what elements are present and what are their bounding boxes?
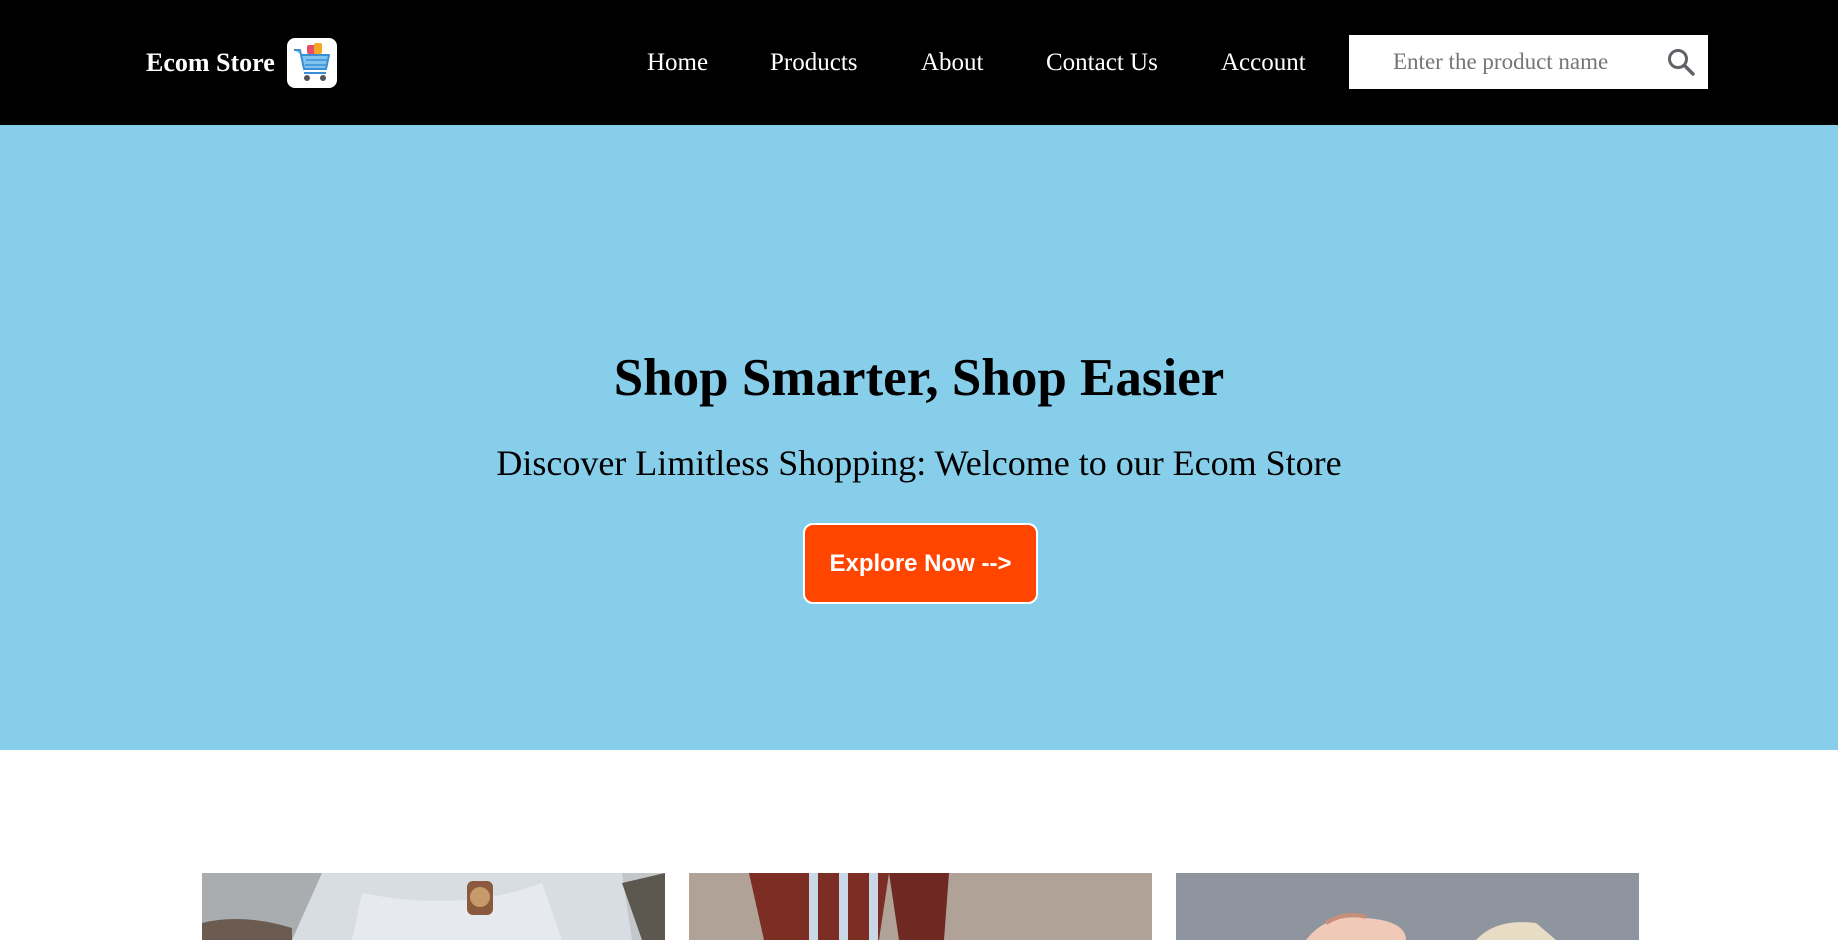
nav-products[interactable]: Products bbox=[770, 44, 858, 82]
nav-about[interactable]: About bbox=[921, 44, 984, 82]
hero-banner: Shop Smarter, Shop Easier Discover Limit… bbox=[0, 125, 1838, 750]
product-card-image[interactable] bbox=[689, 873, 1152, 940]
search-icon[interactable] bbox=[1664, 45, 1698, 79]
top-navigation-bar: Ecom Store Home Products About Contact U… bbox=[0, 0, 1838, 125]
nav-account[interactable]: Account bbox=[1221, 44, 1306, 82]
product-card-image[interactable] bbox=[1176, 873, 1639, 940]
nav-contact-us[interactable]: Contact Us bbox=[1046, 44, 1158, 82]
search-bar bbox=[1349, 35, 1708, 89]
product-cards bbox=[0, 873, 1838, 940]
hero-subtitle: Discover Limitless Shopping: Welcome to … bbox=[496, 443, 1342, 483]
product-card-image[interactable] bbox=[202, 873, 665, 940]
explore-now-button[interactable]: Explore Now --> bbox=[803, 523, 1038, 604]
hero-title: Shop Smarter, Shop Easier bbox=[613, 349, 1225, 407]
nav-home[interactable]: Home bbox=[647, 44, 708, 82]
brand[interactable]: Ecom Store bbox=[146, 37, 337, 89]
brand-name: Ecom Store bbox=[146, 48, 275, 77]
search-input[interactable] bbox=[1349, 35, 1659, 89]
shopping-cart-icon bbox=[286, 38, 337, 88]
